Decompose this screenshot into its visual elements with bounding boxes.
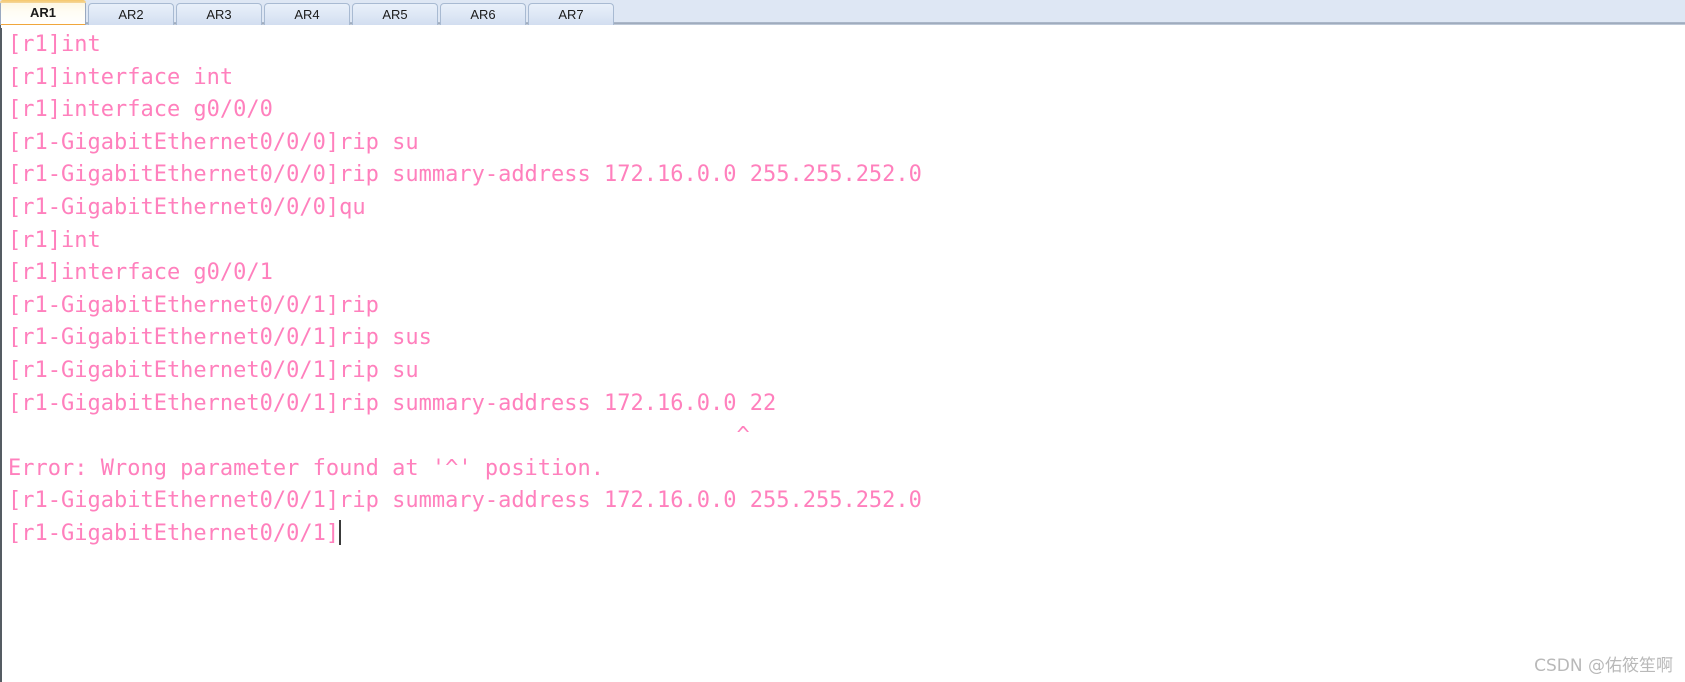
text-cursor <box>339 519 342 545</box>
tab-ar5[interactable]: AR5 <box>352 3 438 25</box>
tab-ar4[interactable]: AR4 <box>264 3 350 25</box>
tab-ar3-label: AR3 <box>206 7 232 22</box>
tab-ar2[interactable]: AR2 <box>88 3 174 25</box>
enterprise-simulator-window: AR1 AR2 AR3 AR4 AR5 AR6 AR7 [r1]int [r1]… <box>0 0 1685 682</box>
tab-ar4-label: AR4 <box>294 7 320 22</box>
tab-ar2-label: AR2 <box>118 7 144 22</box>
tab-ar1[interactable]: AR1 <box>0 0 86 28</box>
tab-ar5-label: AR5 <box>382 7 408 22</box>
tab-ar7-label: AR7 <box>558 7 584 22</box>
csdn-watermark: CSDN @佑筱笙啊 <box>1534 656 1673 676</box>
cli-console[interactable]: [r1]int [r1]interface int [r1]interface … <box>0 25 1685 682</box>
tab-ar1-label: AR1 <box>29 5 56 20</box>
device-tab-strip[interactable]: AR1 AR2 AR3 AR4 AR5 AR6 AR7 <box>0 0 1685 28</box>
tab-ar6[interactable]: AR6 <box>440 3 526 25</box>
tab-ar7[interactable]: AR7 <box>528 3 614 25</box>
console-log-lines: [r1]int [r1]interface int [r1]interface … <box>8 32 922 514</box>
tab-ar6-label: AR6 <box>470 7 496 22</box>
console-prompt: [r1-GigabitEthernet0/0/1] <box>8 520 340 546</box>
console-output[interactable]: [r1]int [r1]interface int [r1]interface … <box>2 25 1685 551</box>
tab-ar3[interactable]: AR3 <box>176 3 262 25</box>
